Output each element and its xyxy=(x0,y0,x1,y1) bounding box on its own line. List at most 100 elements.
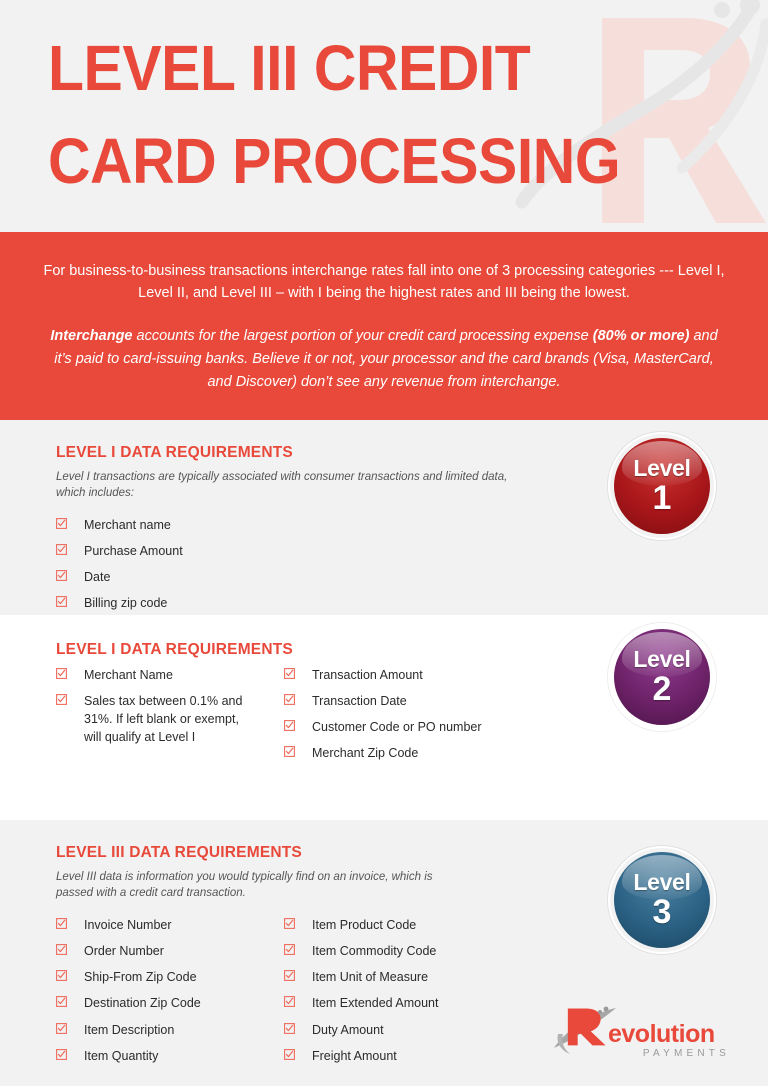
level-3-column-b: Item Product Code Item Commodity Code It… xyxy=(284,916,564,1065)
checkbox-checked-icon xyxy=(56,570,67,582)
badge-text: Level 2 xyxy=(633,645,691,708)
badge-word: Level xyxy=(633,868,691,895)
list-item-label: Item Quantity xyxy=(84,1048,159,1063)
list-item-label: Billing zip code xyxy=(84,596,168,611)
badge-number: 1 xyxy=(652,478,672,517)
list-item-label: Freight Amount xyxy=(312,1048,397,1063)
list-item-label: Merchant Name xyxy=(84,667,173,682)
list-item: Item Product Code xyxy=(284,916,564,934)
badge-number: 3 xyxy=(652,892,672,931)
list-item-label: Merchant Zip Code xyxy=(312,746,419,761)
checkbox-checked-icon xyxy=(284,746,295,757)
logo-tagline: PAYMENTS xyxy=(642,1047,730,1059)
list-item-label: Ship-From Zip Code xyxy=(84,970,197,985)
list-item-label: Duty Amount xyxy=(312,1022,384,1037)
checkbox-checked-icon xyxy=(56,944,67,956)
badge-text: Level 1 xyxy=(633,454,691,517)
list-item-label: Destination Zip Code xyxy=(84,996,201,1011)
revolution-payments-logo: evolution PAYMENTS xyxy=(552,1004,732,1060)
banner-paragraph-2: Interchange accounts for the largest por… xyxy=(32,325,736,394)
list-item: Invoice Number xyxy=(56,916,284,934)
level-3-column-a: Invoice Number Order Number Ship-From Zi… xyxy=(56,916,284,1065)
checkbox-checked-icon xyxy=(284,944,295,956)
list-item-label: Transaction Date xyxy=(312,693,407,708)
page-title: LEVEL III CREDIT CARD PROCESSING xyxy=(48,32,621,198)
list-item-label: Invoice Number xyxy=(84,918,172,932)
list-item: Merchant Name xyxy=(56,666,284,684)
list-item: Item Description xyxy=(56,1021,284,1039)
level-2-column-b: Transaction Amount Transaction Date Cust… xyxy=(284,666,564,763)
checkbox-checked-icon xyxy=(56,693,67,705)
checkbox-checked-icon xyxy=(284,719,295,731)
level-3-section: LEVEL III DATA REQUIREMENTS Level III da… xyxy=(0,819,768,1086)
list-item-label: Order Number xyxy=(84,944,164,959)
list-item: Purchase Amount xyxy=(56,542,284,560)
badge-word: Level xyxy=(633,645,691,672)
level-3-subtext: Level III data is information you would … xyxy=(56,870,433,900)
logo-wordmark: evolution xyxy=(608,1019,715,1048)
list-item-label: Customer Code or PO number xyxy=(312,719,482,734)
header-section: LEVEL III CREDIT CARD PROCESSING xyxy=(0,0,768,232)
checkbox-checked-icon xyxy=(56,1022,67,1034)
infographic-page: LEVEL III CREDIT CARD PROCESSING For bus… xyxy=(0,0,768,1086)
list-item: Duty Amount xyxy=(284,1021,564,1039)
level-1-section: LEVEL I DATA REQUIREMENTS Level I transa… xyxy=(0,419,768,615)
list-item-label: Item Extended Amount xyxy=(312,996,439,1011)
list-item-label: Date xyxy=(84,570,111,585)
list-item-label: Sales tax between 0.1% and 31%. If left … xyxy=(84,693,243,745)
badge-text: Level 3 xyxy=(633,868,691,931)
list-item: Destination Zip Code xyxy=(56,994,284,1012)
checkbox-checked-icon xyxy=(284,693,295,705)
checkbox-checked-icon xyxy=(56,970,67,982)
list-item: Item Unit of Measure xyxy=(284,968,564,986)
banner-paragraph-1: For business-to-business transactions in… xyxy=(43,263,725,302)
list-item: Item Quantity xyxy=(56,1047,284,1065)
checkbox-checked-icon xyxy=(56,518,67,529)
checkbox-checked-icon xyxy=(56,596,67,608)
list-item: Sales tax between 0.1% and 31%. If left … xyxy=(56,692,284,746)
level-2-section: LEVEL I DATA REQUIREMENTS Merchant Name … xyxy=(0,614,768,820)
list-item: Date xyxy=(56,568,284,586)
list-item: Item Extended Amount xyxy=(284,994,564,1012)
list-item: Ship-From Zip Code xyxy=(56,968,284,986)
intro-banner: For business-to-business transactions in… xyxy=(0,232,768,420)
checkbox-checked-icon xyxy=(284,1022,295,1034)
list-item-label: Item Unit of Measure xyxy=(312,970,429,985)
banner-mid-text: accounts for the largest portion of your… xyxy=(132,327,593,344)
list-item-label: Purchase Amount xyxy=(84,544,183,559)
level-1-subtext: Level I transactions are typically assoc… xyxy=(56,470,508,500)
list-item-label: Transaction Amount xyxy=(312,667,423,682)
checkbox-checked-icon xyxy=(284,918,295,929)
banner-lead-word: Interchange xyxy=(50,327,133,344)
list-item: Item Commodity Code xyxy=(284,942,564,960)
checkbox-checked-icon xyxy=(56,667,67,679)
list-item: Customer Code or PO number xyxy=(284,718,564,736)
checkbox-checked-icon xyxy=(284,1048,295,1060)
checkbox-checked-icon xyxy=(284,970,295,982)
list-item: Freight Amount xyxy=(284,1047,564,1065)
list-item-label: Item Product Code xyxy=(312,918,417,932)
list-item-label: Item Description xyxy=(84,1022,175,1037)
list-item: Transaction Date xyxy=(284,692,564,710)
list-item: Merchant Zip Code xyxy=(284,744,564,762)
level-2-column-a: Merchant Name Sales tax between 0.1% and… xyxy=(56,666,284,763)
level-1-column-a: Merchant name Purchase Amount Date Billi… xyxy=(56,516,284,613)
banner-highlight: (80% or more) xyxy=(592,327,690,344)
list-item-label: Item Commodity Code xyxy=(312,944,437,959)
checkbox-checked-icon xyxy=(284,667,295,679)
badge-word: Level xyxy=(633,454,691,481)
level-1-badge: Level 1 xyxy=(608,431,716,540)
list-item: Order Number xyxy=(56,942,284,960)
checkbox-checked-icon xyxy=(56,544,67,556)
level-2-badge: Level 2 xyxy=(608,622,716,731)
badge-number: 2 xyxy=(652,669,672,708)
list-item: Merchant name xyxy=(56,516,284,534)
list-item-label: Merchant name xyxy=(84,518,171,532)
list-item: Billing zip code xyxy=(56,594,284,612)
checkbox-checked-icon xyxy=(56,996,67,1008)
level-3-badge: Level 3 xyxy=(608,845,716,954)
checkbox-checked-icon xyxy=(56,918,67,929)
list-item: Transaction Amount xyxy=(284,666,564,684)
checkbox-checked-icon xyxy=(284,996,295,1008)
checkbox-checked-icon xyxy=(56,1048,67,1060)
